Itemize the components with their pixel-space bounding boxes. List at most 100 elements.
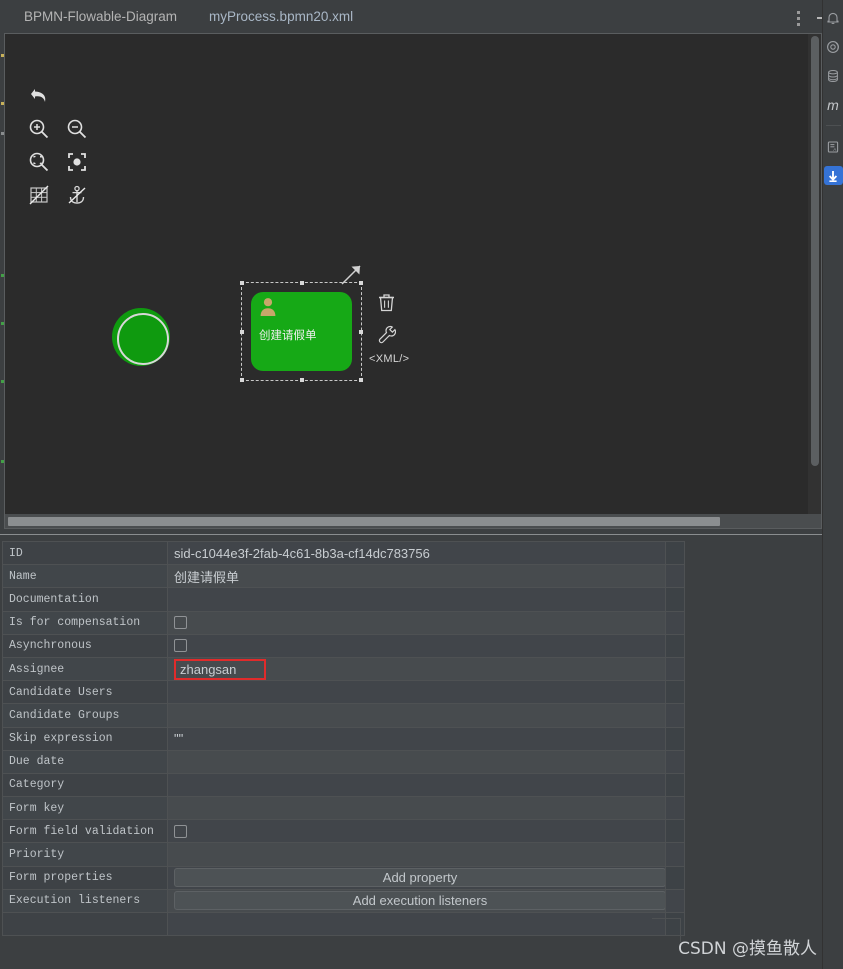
canvas-horizontal-scrollbar[interactable]	[5, 514, 821, 528]
database-icon[interactable]	[824, 66, 843, 85]
diagram-canvas[interactable]: 创建请假单 <XML/>	[5, 34, 809, 515]
property-value[interactable]: ""	[167, 726, 666, 751]
diagram-canvas-container: 创建请假单 <XML/>	[4, 33, 822, 529]
property-extra-column	[665, 842, 685, 867]
property-extra-column	[665, 796, 685, 821]
property-key: Assignee	[2, 656, 168, 682]
xml-icon[interactable]: <XML/>	[369, 353, 409, 365]
property-key: Due date	[2, 749, 168, 774]
property-extra-column	[665, 564, 685, 589]
property-key: Documentation	[2, 587, 168, 612]
property-key: Name	[2, 564, 168, 589]
property-key: Skip expression	[2, 726, 168, 751]
table-row[interactable]: Assignee zhangsan	[2, 656, 685, 682]
start-event-node[interactable]	[112, 308, 170, 366]
table-row[interactable]: Form properties Add property	[2, 865, 685, 890]
table-row[interactable]: Name 创建请假单	[2, 564, 685, 589]
add-row-button[interactable]: Add property	[174, 868, 665, 888]
checkbox[interactable]	[174, 824, 187, 838]
property-extra-column	[665, 703, 685, 728]
property-extra-column	[665, 680, 685, 705]
property-value[interactable]	[167, 703, 666, 728]
property-value[interactable]: sid-c1044e3f-2fab-4c61-8b3a-cf14dc783756	[167, 540, 666, 566]
zoom-out-icon[interactable]	[63, 117, 91, 141]
property-value[interactable]: Add execution listeners	[167, 888, 666, 914]
property-key: ID	[2, 540, 168, 566]
property-key: Form key	[2, 796, 168, 821]
zoom-actual-icon[interactable]	[63, 150, 91, 174]
table-row[interactable]: Candidate Users	[2, 680, 685, 705]
property-extra-column	[665, 749, 685, 774]
table-row[interactable]: Form field validation	[2, 819, 685, 844]
checkbox[interactable]	[174, 616, 187, 630]
property-extra-column	[665, 656, 685, 682]
table-row[interactable]: Documentation	[2, 587, 685, 612]
scrollbar-thumb[interactable]	[8, 517, 720, 526]
add-row-button[interactable]: Add execution listeners	[174, 891, 665, 911]
table-row[interactable]: Form key	[2, 796, 685, 821]
canvas-vertical-scrollbar[interactable]	[808, 34, 821, 515]
property-extra-column	[665, 888, 685, 914]
maven-icon[interactable]: m	[824, 95, 843, 114]
table-row[interactable]: Is for compensation	[2, 610, 685, 635]
property-key: Candidate Users	[2, 680, 168, 705]
property-key: Priority	[2, 842, 168, 867]
table-row[interactable]: Skip expression ""	[2, 726, 685, 751]
properties-panel: ID sid-c1044e3f-2fab-4c61-8b3a-cf14dc7837…	[0, 534, 822, 969]
property-value[interactable]	[167, 819, 666, 844]
user-task-node[interactable]: 创建请假单	[251, 292, 352, 371]
table-corner-divider	[652, 918, 681, 942]
property-key: Is for compensation	[2, 610, 168, 635]
checkbox[interactable]	[174, 639, 187, 653]
property-value[interactable]: 创建请假单	[167, 564, 666, 589]
user-icon	[259, 297, 277, 317]
notifications-bell-icon[interactable]	[824, 8, 843, 27]
grid-toggle-icon[interactable]	[25, 183, 53, 207]
assignee-input[interactable]: zhangsan	[174, 658, 267, 680]
zoom-fit-icon[interactable]	[25, 150, 53, 174]
table-row[interactable]	[2, 911, 685, 937]
property-value[interactable]	[167, 680, 666, 705]
table-row[interactable]: Asynchronous	[2, 633, 685, 658]
more-options-icon[interactable]	[789, 7, 807, 29]
property-value[interactable]	[167, 911, 666, 937]
value-text: ""	[174, 731, 184, 747]
property-extra-column	[665, 726, 685, 751]
property-extra-column	[665, 772, 685, 798]
property-extra-column	[665, 865, 685, 890]
table-row[interactable]: Due date	[2, 749, 685, 774]
value-text: 创建请假单	[174, 570, 240, 586]
scrollbar-thumb[interactable]	[811, 36, 819, 466]
wrench-icon[interactable]	[369, 321, 403, 347]
property-value[interactable]: Add property	[167, 865, 666, 890]
property-value[interactable]	[167, 772, 666, 798]
property-key: Asynchronous	[2, 633, 168, 658]
trash-icon[interactable]	[369, 289, 403, 315]
zoom-in-icon[interactable]	[25, 117, 53, 141]
property-extra-column	[665, 587, 685, 612]
property-value[interactable]: zhangsan	[167, 656, 666, 682]
tab-bpmn-flowable-diagram[interactable]: BPMN-Flowable-Diagram	[8, 0, 193, 36]
anchor-toggle-icon[interactable]	[63, 183, 91, 207]
property-value[interactable]	[167, 587, 666, 612]
tab-label: BPMN-Flowable-Diagram	[24, 9, 178, 24]
property-value[interactable]	[167, 796, 666, 821]
table-row[interactable]: Candidate Groups	[2, 703, 685, 728]
property-value[interactable]	[167, 610, 666, 635]
undo-icon[interactable]	[25, 84, 53, 108]
table-row[interactable]: Priority	[2, 842, 685, 867]
table-row[interactable]: ID sid-c1044e3f-2fab-4c61-8b3a-cf14dc7837…	[2, 540, 685, 566]
tab-myprocess-bpmn20-xml[interactable]: myProcess.bpmn20.xml	[193, 0, 370, 36]
document-icon[interactable]: A	[824, 137, 843, 156]
property-value[interactable]	[167, 842, 666, 867]
property-value[interactable]	[167, 633, 666, 658]
download-icon[interactable]	[823, 166, 843, 185]
tab-label: myProcess.bpmn20.xml	[209, 9, 354, 24]
at-circle-icon[interactable]	[824, 37, 843, 56]
user-task-label: 创建请假单	[259, 328, 317, 342]
property-extra-column	[665, 540, 685, 566]
table-row[interactable]: Execution listeners Add execution listene…	[2, 888, 685, 914]
table-row[interactable]: Category	[2, 772, 685, 798]
editor-tab-bar: BPMN-Flowable-Diagram myProcess.bpmn20.x…	[0, 0, 822, 36]
property-value[interactable]	[167, 749, 666, 774]
